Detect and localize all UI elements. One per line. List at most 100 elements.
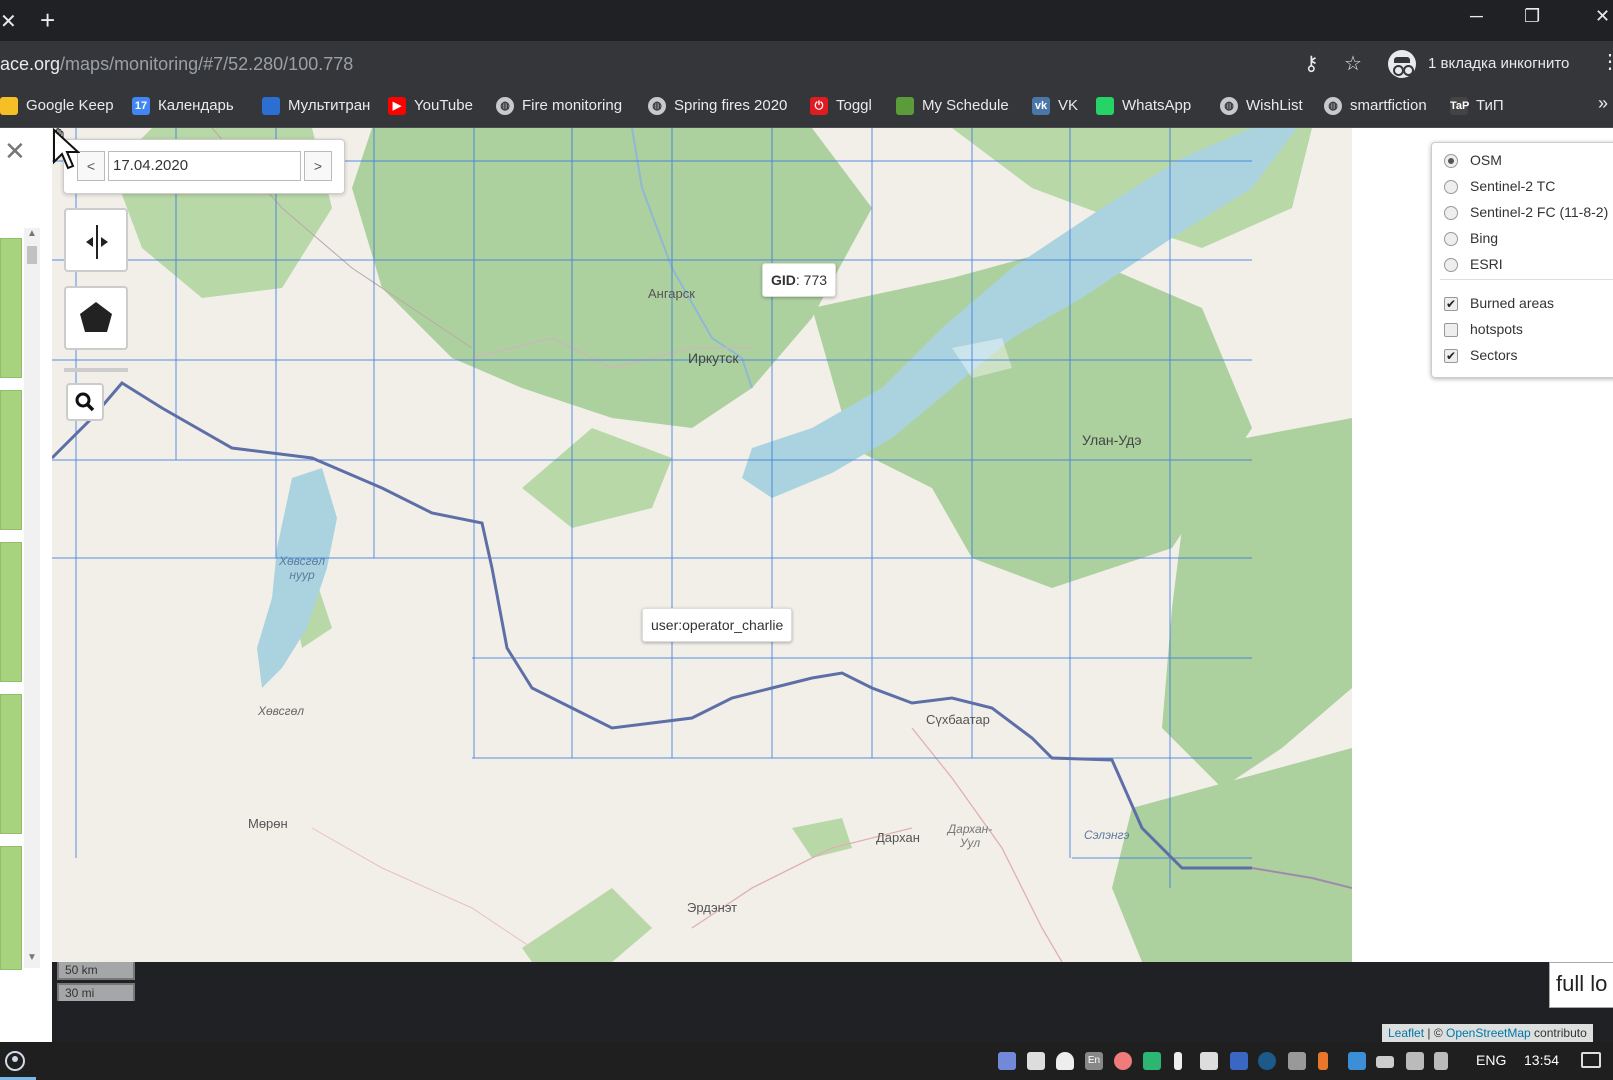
place-label: Сэлэнгэ bbox=[1084, 828, 1130, 842]
place-label: Иркутск bbox=[688, 350, 739, 366]
menu-dots-icon[interactable]: ⋮ bbox=[1600, 49, 1613, 74]
discord-icon[interactable] bbox=[998, 1052, 1016, 1070]
layer-label: OSM bbox=[1470, 152, 1502, 168]
bookmark-label: WishList bbox=[1246, 97, 1303, 114]
bookmark-label: ТиП bbox=[1476, 97, 1504, 114]
en-badge-icon[interactable]: En bbox=[1085, 1052, 1103, 1070]
incognito-badge[interactable]: 1 вкладка инкогнито bbox=[1388, 47, 1569, 81]
draw-polygon-button[interactable] bbox=[64, 286, 128, 350]
place-label: Хөвсгөл bbox=[258, 704, 305, 718]
bookmark-label: Fire monitoring bbox=[522, 97, 623, 114]
battery-icon[interactable] bbox=[1376, 1056, 1394, 1068]
radio-button[interactable] bbox=[1444, 180, 1458, 194]
place-label: Дархан bbox=[876, 830, 920, 845]
cloud-icon[interactable] bbox=[1056, 1052, 1074, 1070]
incognito-icon bbox=[1388, 50, 1416, 78]
radio-button[interactable] bbox=[1444, 232, 1458, 246]
more-bookmarks-icon[interactable]: » bbox=[1598, 93, 1608, 114]
bookmarks-bar: Google Keep 17 Календарь Мультитран ▶ YouTube… bbox=[0, 87, 1613, 128]
keep-icon bbox=[0, 97, 18, 115]
layer-label: Bing bbox=[1470, 230, 1499, 246]
bookmark-label: Google Keep bbox=[26, 97, 114, 114]
steam-icon[interactable] bbox=[1258, 1052, 1276, 1070]
lens-icon[interactable] bbox=[1114, 1052, 1132, 1070]
speaker-red-icon[interactable] bbox=[1318, 1052, 1328, 1070]
search-button[interactable] bbox=[66, 383, 104, 421]
close-panel-icon[interactable]: ✕ bbox=[4, 136, 26, 167]
notification-icon[interactable] bbox=[1581, 1052, 1601, 1068]
date-input[interactable]: 17.04.2020 bbox=[108, 151, 301, 181]
scroll-down-icon[interactable]: ▼ bbox=[24, 952, 40, 968]
map-tiles bbox=[52, 128, 1352, 962]
restore-icon[interactable]: ❐ bbox=[1524, 6, 1540, 27]
panel-card[interactable] bbox=[0, 390, 22, 530]
attribution-separator: | © bbox=[1424, 1026, 1446, 1040]
monitor-icon[interactable] bbox=[1288, 1052, 1306, 1070]
layers-control: OSM Sentinel-2 TC Sentinel-2 FC (11-8-2) Bi… bbox=[1431, 142, 1613, 378]
osm-link[interactable]: OpenStreetMap bbox=[1446, 1026, 1531, 1040]
reader-icon[interactable] bbox=[1027, 1052, 1045, 1070]
bookmark-label: smartfiction bbox=[1350, 97, 1427, 114]
attribution: Leaflet | © OpenStreetMap contributo bbox=[1382, 1024, 1593, 1042]
radio-button[interactable] bbox=[1444, 154, 1458, 168]
panel-card[interactable] bbox=[0, 694, 22, 834]
close-tab-icon[interactable]: ✕ bbox=[0, 9, 17, 34]
toggl-icon: ⏻ bbox=[810, 97, 828, 115]
scroll-up-icon[interactable]: ▲ bbox=[24, 228, 40, 244]
gid-value: : 773 bbox=[795, 272, 828, 288]
bookmark-label: Календарь bbox=[158, 97, 234, 114]
network-icon[interactable] bbox=[1406, 1052, 1424, 1070]
split-arrows-icon bbox=[86, 225, 108, 259]
mouse-pointer-icon bbox=[53, 128, 80, 170]
globe-icon: ◍ bbox=[496, 97, 514, 115]
panel-card[interactable] bbox=[0, 238, 22, 378]
microphone-icon[interactable] bbox=[1174, 1052, 1182, 1070]
next-date-button[interactable]: > bbox=[304, 151, 332, 181]
shield-icon[interactable] bbox=[1143, 1052, 1161, 1070]
browser-toolbar: ace.org/maps/monitoring/#7/52.280/100.77… bbox=[0, 41, 1613, 87]
key-icon[interactable]: ⚷ bbox=[1304, 51, 1319, 76]
calendar-icon: 17 bbox=[132, 97, 150, 115]
radio-button[interactable] bbox=[1444, 258, 1458, 272]
layer-label: Sentinel-2 TC bbox=[1470, 178, 1556, 194]
leaflet-link[interactable]: Leaflet bbox=[1388, 1026, 1424, 1040]
scrollbar-thumb[interactable] bbox=[27, 246, 37, 264]
prev-date-button[interactable]: < bbox=[77, 151, 105, 181]
window-close-icon[interactable]: ✕ bbox=[1595, 6, 1610, 27]
language-indicator[interactable]: ENG bbox=[1476, 1052, 1506, 1068]
taskbar: En ENG 13:54 bbox=[0, 1042, 1613, 1080]
star-icon[interactable]: ☆ bbox=[1344, 51, 1362, 76]
date-control: < 17.04.2020 > bbox=[63, 139, 345, 194]
defender-icon[interactable] bbox=[1200, 1052, 1218, 1070]
map[interactable]: < 17.04.2020 > Ангарск Иркутск Улан-Удэ … bbox=[52, 128, 1352, 962]
minimize-icon[interactable]: ─ bbox=[1470, 6, 1483, 27]
panel-card[interactable] bbox=[0, 542, 22, 682]
layer-label: Sectors bbox=[1470, 347, 1518, 363]
split-view-button[interactable] bbox=[64, 208, 128, 272]
clock[interactable]: 13:54 bbox=[1524, 1052, 1559, 1068]
volume-icon[interactable] bbox=[1434, 1052, 1448, 1070]
bookmark-label: VK bbox=[1058, 97, 1079, 114]
bookmark-label: YouTube bbox=[414, 97, 473, 114]
url-host: ace.org bbox=[0, 54, 61, 74]
user-tooltip: user:operator_charlie bbox=[642, 608, 793, 642]
lock-icon[interactable] bbox=[1230, 1052, 1248, 1070]
radio-button[interactable] bbox=[1444, 206, 1458, 220]
globe-icon: ◍ bbox=[648, 97, 666, 115]
checkbox[interactable] bbox=[1444, 323, 1458, 337]
panel-card[interactable] bbox=[0, 846, 22, 970]
whatsapp-icon bbox=[1096, 97, 1114, 115]
start-icon[interactable] bbox=[5, 1051, 25, 1071]
vscode-icon[interactable] bbox=[1348, 1052, 1366, 1070]
address-bar[interactable]: ace.org/maps/monitoring/#7/52.280/100.77… bbox=[0, 54, 353, 75]
tip-icon: TaP bbox=[1450, 97, 1469, 115]
scrollbar[interactable]: ▲ ▼ bbox=[24, 228, 40, 968]
checkbox[interactable]: ✔ bbox=[1444, 297, 1458, 311]
full-log-box[interactable]: full lo bbox=[1549, 962, 1613, 1008]
bookmark-label: My Schedule bbox=[922, 97, 1009, 114]
place-label: Мөрөн bbox=[248, 816, 288, 831]
layer-label: hotspots bbox=[1470, 321, 1523, 337]
new-tab-button[interactable]: + bbox=[40, 5, 55, 36]
checkbox[interactable]: ✔ bbox=[1444, 349, 1458, 363]
bookmark-label: WhatsApp bbox=[1122, 97, 1192, 114]
